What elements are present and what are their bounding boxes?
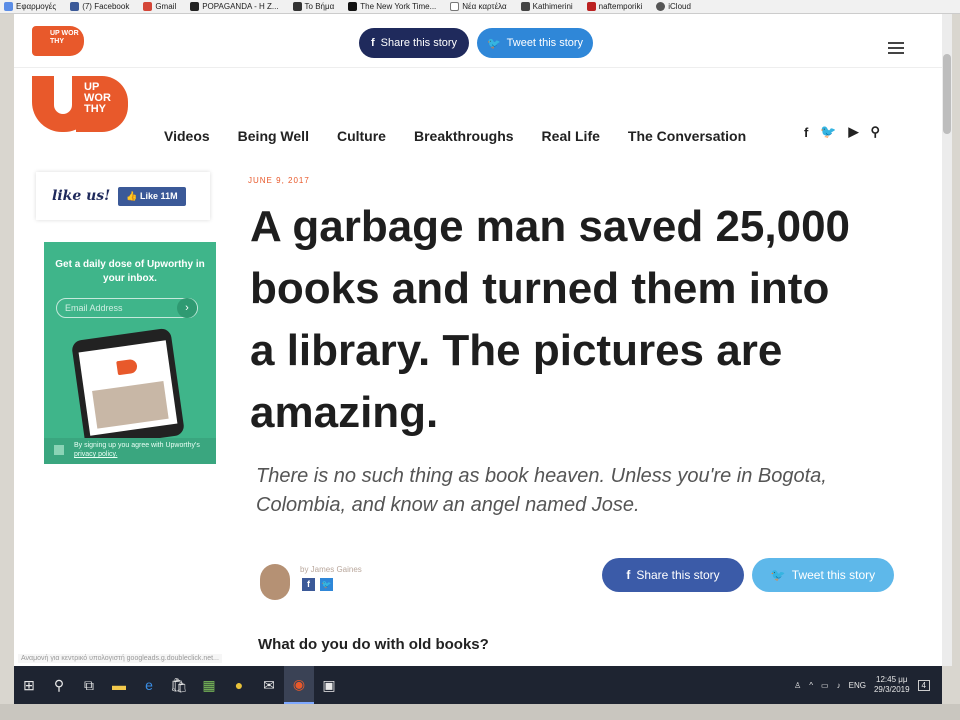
volume-icon[interactable]: ♪ — [837, 681, 841, 690]
twitter-bird-icon: 🐦 — [486, 37, 501, 50]
notification-center-icon[interactable]: 4 — [917, 679, 930, 691]
nav-culture[interactable]: Culture — [337, 128, 386, 144]
upworthy-logo-small[interactable]: UP WOR THY — [32, 26, 84, 56]
browser-taskbar-icon[interactable]: ◉ — [284, 666, 314, 704]
nav-videos[interactable]: Videos — [164, 128, 210, 144]
bookmark-icon — [586, 2, 596, 11]
bookmark-popaganda[interactable]: POPAGANDA - Η Ζ... — [190, 2, 279, 11]
youtube-icon[interactable]: ▶ — [849, 124, 859, 140]
page-viewport: UP WOR THY f Share this story 🐦 Tweet th… — [14, 14, 942, 666]
nav-breakthroughs[interactable]: Breakthroughs — [414, 128, 514, 144]
network-icon[interactable]: ▭ — [821, 681, 829, 690]
facebook-icon[interactable]: f — [804, 125, 808, 140]
author-facebook-icon[interactable]: f — [302, 578, 315, 591]
nav-links: Videos Being Well Culture Breakthroughs … — [164, 128, 746, 144]
tweet-button[interactable]: 🐦 Tweet this story — [752, 558, 894, 592]
article-date: JUNE 9, 2017 — [248, 176, 310, 185]
bookmark-facebook[interactable]: (7) Facebook — [70, 2, 129, 11]
bookmark-icon — [292, 2, 302, 11]
avatar[interactable] — [260, 564, 290, 600]
upworthy-logo[interactable]: UP WOR THY — [32, 76, 128, 132]
apps-grid-icon — [4, 2, 13, 11]
bookmark-icon — [520, 2, 530, 11]
search-icon[interactable]: ⚲ — [44, 666, 74, 704]
author-byline[interactable]: by James Gaines — [300, 565, 362, 574]
nyt-icon — [348, 2, 358, 11]
language-indicator[interactable]: ENG — [849, 681, 866, 690]
bookmark-tovima[interactable]: Το Βήμα — [292, 2, 334, 11]
windows-start-icon[interactable]: ⊞ — [14, 666, 44, 704]
arrow-right-icon[interactable]: › — [177, 298, 197, 318]
task-view-icon[interactable]: ⧉ — [74, 666, 104, 704]
share-bar: UP WOR THY f Share this story 🐦 Tweet th… — [14, 14, 942, 68]
apple-icon — [656, 2, 666, 11]
newsletter-legal: By signing up you agree with Upworthy's … — [44, 438, 216, 464]
mail-icon[interactable]: ✉ — [254, 666, 284, 704]
bookmarks-bar: Εφαρμογές (7) Facebook Gmail POPAGANDA -… — [0, 0, 960, 14]
people-icon[interactable]: ♙ — [794, 681, 801, 690]
store-icon[interactable]: 🛍 — [164, 666, 194, 704]
nav-real-life[interactable]: Real Life — [542, 128, 600, 144]
bookmark-apps[interactable]: Εφαρμογές — [4, 2, 56, 11]
nav-the-conversation[interactable]: The Conversation — [628, 128, 746, 144]
scrollbar-thumb[interactable] — [943, 54, 951, 134]
author-twitter-icon[interactable]: 🐦 — [320, 578, 333, 591]
phone-illustration — [70, 327, 186, 449]
tweet-button-top[interactable]: 🐦 Tweet this story — [477, 28, 593, 58]
file-explorer-icon[interactable]: ▬ — [104, 666, 134, 704]
twitter-bird-icon: 🐦 — [770, 568, 786, 582]
bookmark-icon — [190, 2, 200, 11]
bookmark-nytimes[interactable]: The New York Time... — [348, 2, 436, 11]
facebook-like-button[interactable]: 👍 Like 11M — [118, 186, 186, 206]
main-nav: UP WOR THY Videos Being Well Culture Bre… — [14, 68, 942, 164]
share-facebook-button[interactable]: f Share this story — [602, 558, 744, 592]
facebook-icon — [70, 2, 80, 11]
clock[interactable]: 12:45 μμ 29/3/2019 — [874, 675, 910, 695]
hamburger-menu-icon[interactable] — [888, 42, 904, 54]
monitor-bezel — [0, 704, 960, 720]
chevron-up-icon[interactable]: ^ — [809, 681, 813, 690]
article-headline: A garbage man saved 25,000 books and tur… — [250, 202, 851, 437]
newsletter-title: Get a daily dose of Upworthy in your inb… — [55, 259, 205, 284]
article-subhead: What do you do with old books? — [258, 636, 489, 653]
page-icon — [450, 2, 460, 11]
share-facebook-button-top[interactable]: f Share this story — [359, 28, 469, 58]
gmail-icon — [143, 2, 153, 11]
bookmark-kathimerini[interactable]: Kathimerini — [520, 2, 573, 11]
photo-app-icon[interactable]: ▦ — [194, 666, 224, 704]
privacy-policy-link[interactable]: privacy policy. — [74, 451, 117, 458]
newsletter-signup: Get a daily dose of Upworthy in your inb… — [44, 242, 216, 464]
article-dek: There is no such thing as book heaven. U… — [256, 465, 827, 516]
agree-checkbox[interactable] — [54, 445, 64, 455]
scrollbar[interactable] — [942, 14, 952, 666]
browser-status-text: Αναμονή για κεντρικό υπολογιστή googlead… — [18, 654, 222, 663]
facebook-icon: f — [370, 37, 375, 49]
facebook-like-box: like us! 👍 Like 11M — [36, 172, 210, 220]
thumbs-up-icon: 👍 — [126, 190, 141, 201]
search-icon[interactable]: ⚲ — [871, 124, 881, 140]
twitter-icon[interactable]: 🐦 — [820, 124, 836, 140]
windows-taskbar: ⊞ ⚲ ⧉ ▬ e 🛍 ▦ ● ✉ ◉ ▣ ♙ ^ ▭ ♪ ENG 12:45 … — [14, 666, 942, 704]
email-field[interactable]: Email Address › — [56, 298, 198, 318]
bookmark-new-tab[interactable]: Νέα καρτέλα — [450, 2, 507, 11]
bookmark-icloud[interactable]: iCloud — [656, 2, 691, 11]
facebook-icon: f — [626, 568, 631, 582]
nav-being-well[interactable]: Being Well — [238, 128, 309, 144]
bookmark-gmail[interactable]: Gmail — [143, 2, 176, 11]
photos-icon[interactable]: ▣ — [314, 666, 344, 704]
bookmark-naftemporiki[interactable]: naftemporiki — [586, 2, 642, 11]
edge-icon[interactable]: e — [134, 666, 164, 704]
social-links: f 🐦 ▶ ⚲ — [804, 124, 880, 140]
chrome-icon[interactable]: ● — [224, 666, 254, 704]
system-tray: ♙ ^ ▭ ♪ ENG 12:45 μμ 29/3/2019 4 — [794, 666, 930, 704]
like-us-label: like us! — [52, 188, 111, 204]
